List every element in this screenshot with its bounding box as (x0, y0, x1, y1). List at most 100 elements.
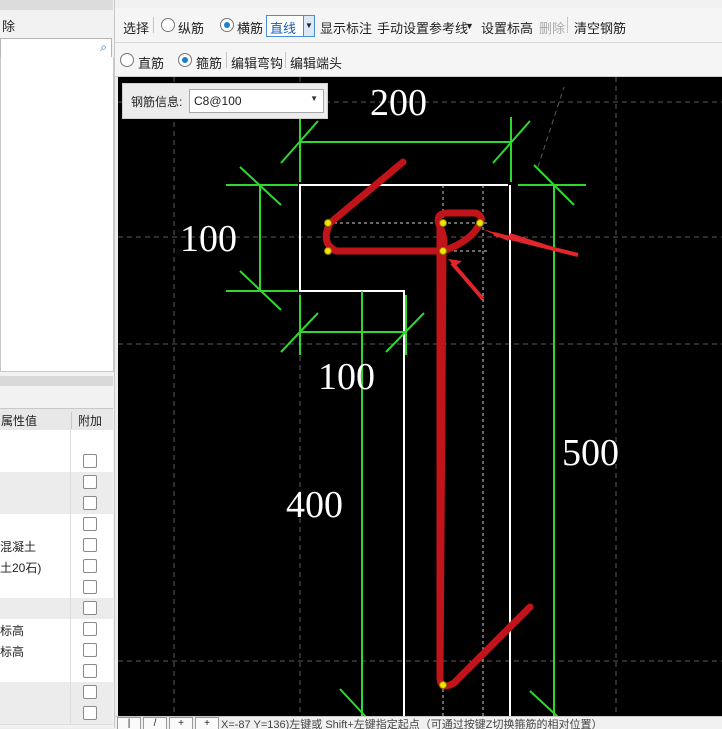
extra-checkbox[interactable] (83, 643, 97, 657)
longitudinal-radio[interactable] (161, 18, 175, 32)
status-text: X=-87 Y=136)左键或 Shift+左键指定起点（可通过按键Z切换箍筋的… (221, 719, 603, 729)
toolbar-secondary: 直筋 箍筋 编辑弯钩 编辑端头 (115, 43, 722, 77)
rebar-info-value: C8@100 (194, 94, 242, 108)
select-tool[interactable]: 选择 (123, 18, 149, 37)
property-row[interactable] (0, 451, 113, 473)
property-row[interactable] (0, 598, 113, 620)
column-divider (70, 703, 71, 724)
property-row[interactable] (0, 493, 113, 515)
drawing-canvas[interactable]: 200 100 100 400 500 钢筋信息: C8@100 ▼ (118, 77, 722, 717)
delete-tool-button[interactable]: 删除 (539, 18, 565, 37)
clear-rebar-button[interactable]: 清空钢筋 (574, 18, 626, 37)
edit-end-button[interactable]: 编辑端头 (290, 53, 342, 72)
column-divider (70, 619, 71, 640)
rebar-info-panel: 钢筋信息: C8@100 ▼ (122, 83, 328, 119)
component-list[interactable] (0, 57, 114, 372)
extra-checkbox[interactable] (83, 496, 97, 510)
dimension-left: 100 (180, 218, 237, 260)
property-value: 土20石) (0, 561, 42, 575)
dimension-lines (226, 117, 586, 717)
manual-ref-line-button[interactable]: 手动设置参考线 (377, 18, 468, 37)
toolbar-divider (567, 17, 568, 33)
search-input[interactable]: ⌕ (0, 38, 112, 58)
snap-mode-button-3[interactable]: + (169, 717, 193, 729)
longitudinal-label[interactable]: 纵筋 (178, 18, 204, 37)
property-row[interactable]: 标高 (0, 619, 113, 641)
extra-checkbox[interactable] (83, 601, 97, 615)
property-value: 标高 (0, 645, 25, 659)
chevron-down-icon[interactable]: ▼ (303, 16, 314, 36)
stirrup-radio[interactable] (178, 53, 192, 67)
property-row[interactable] (0, 514, 113, 536)
section-outline (299, 184, 511, 717)
toolbar-divider (153, 17, 154, 33)
extra-checkbox[interactable] (83, 538, 97, 552)
column-divider (70, 493, 71, 514)
column-divider (70, 430, 71, 451)
snap-mode-button-4[interactable]: + (195, 717, 219, 729)
column-divider (70, 682, 71, 703)
reference-lines (328, 185, 488, 717)
extra-checkbox[interactable] (83, 685, 97, 699)
property-row[interactable]: 标高 (0, 640, 113, 662)
left-panel: 除 ⌕ 属性值 附加 混凝土 土20石) 标高 标高 (0, 0, 115, 728)
straight-radio[interactable] (120, 53, 134, 67)
show-annotation-button[interactable]: 显示标注 (320, 18, 372, 37)
property-row[interactable] (0, 661, 113, 683)
property-row[interactable] (0, 703, 113, 725)
column-divider (70, 535, 71, 556)
line-mode-select[interactable]: 直线 ▼ (266, 15, 315, 37)
edit-hook-button[interactable]: 编辑弯钩 (231, 53, 283, 72)
set-elevation-button[interactable]: 设置标高 (481, 18, 533, 37)
property-row[interactable] (0, 430, 113, 452)
chevron-down-icon[interactable]: ▼ (465, 21, 474, 31)
snap-mode-button-1[interactable]: | (117, 717, 141, 729)
column-divider (70, 661, 71, 682)
extra-checkbox[interactable] (83, 622, 97, 636)
extra-checkbox[interactable] (83, 475, 97, 489)
rebar-info-label: 钢筋信息: (131, 95, 183, 109)
property-row[interactable] (0, 682, 113, 704)
extra-checkbox[interactable] (83, 454, 97, 468)
column-divider (70, 577, 71, 598)
extra-checkbox[interactable] (83, 664, 97, 678)
property-extra-header: 附加 (71, 412, 102, 429)
extra-checkbox[interactable] (83, 517, 97, 531)
snap-mode-button-2[interactable]: / (143, 717, 167, 729)
property-value-header: 属性值 (1, 414, 38, 428)
column-divider (70, 472, 71, 493)
section-drawing[interactable]: 200 100 100 400 500 (118, 77, 722, 717)
main-area: 选择 纵筋 横筋 直线 ▼ 显示标注 手动设置参考线 ▼ 设置标高 删除 清空钢… (115, 0, 722, 729)
dimension-bottom-left: 400 (286, 484, 343, 526)
dimension-mid: 100 (318, 356, 375, 398)
search-icon[interactable]: ⌕ (100, 40, 107, 55)
property-row[interactable]: 土20石) (0, 556, 113, 578)
line-mode-value: 直线 (270, 21, 297, 36)
status-bar: | / + + X=-87 Y=136)左键或 Shift+左键指定起点（可通过… (115, 716, 722, 729)
column-divider (70, 556, 71, 577)
stirrup-label[interactable]: 箍筋 (196, 53, 222, 72)
property-value: 混凝土 (0, 540, 37, 554)
chevron-down-icon[interactable]: ▼ (310, 94, 318, 103)
rebar-info-select[interactable]: C8@100 ▼ (189, 89, 324, 113)
toolbar-divider (285, 52, 286, 68)
extra-checkbox[interactable] (83, 559, 97, 573)
dimension-right: 500 (562, 432, 619, 474)
property-row[interactable] (0, 577, 113, 599)
column-divider (70, 598, 71, 619)
column-divider (70, 514, 71, 535)
panel-splitter[interactable] (0, 376, 113, 386)
property-row[interactable] (0, 472, 113, 494)
extra-checkbox[interactable] (83, 706, 97, 720)
property-row[interactable]: 混凝土 (0, 535, 113, 557)
extra-checkbox[interactable] (83, 580, 97, 594)
property-value: 标高 (0, 624, 25, 638)
transverse-label[interactable]: 横筋 (237, 18, 263, 37)
annotation-arrow-shafts (450, 232, 579, 301)
grid-lines (118, 77, 722, 717)
delete-button[interactable]: 除 (2, 16, 15, 35)
toolbar-divider (226, 52, 227, 68)
transverse-radio[interactable] (220, 18, 234, 32)
stirrup-rebar[interactable] (322, 158, 534, 690)
straight-label[interactable]: 直筋 (138, 53, 164, 72)
